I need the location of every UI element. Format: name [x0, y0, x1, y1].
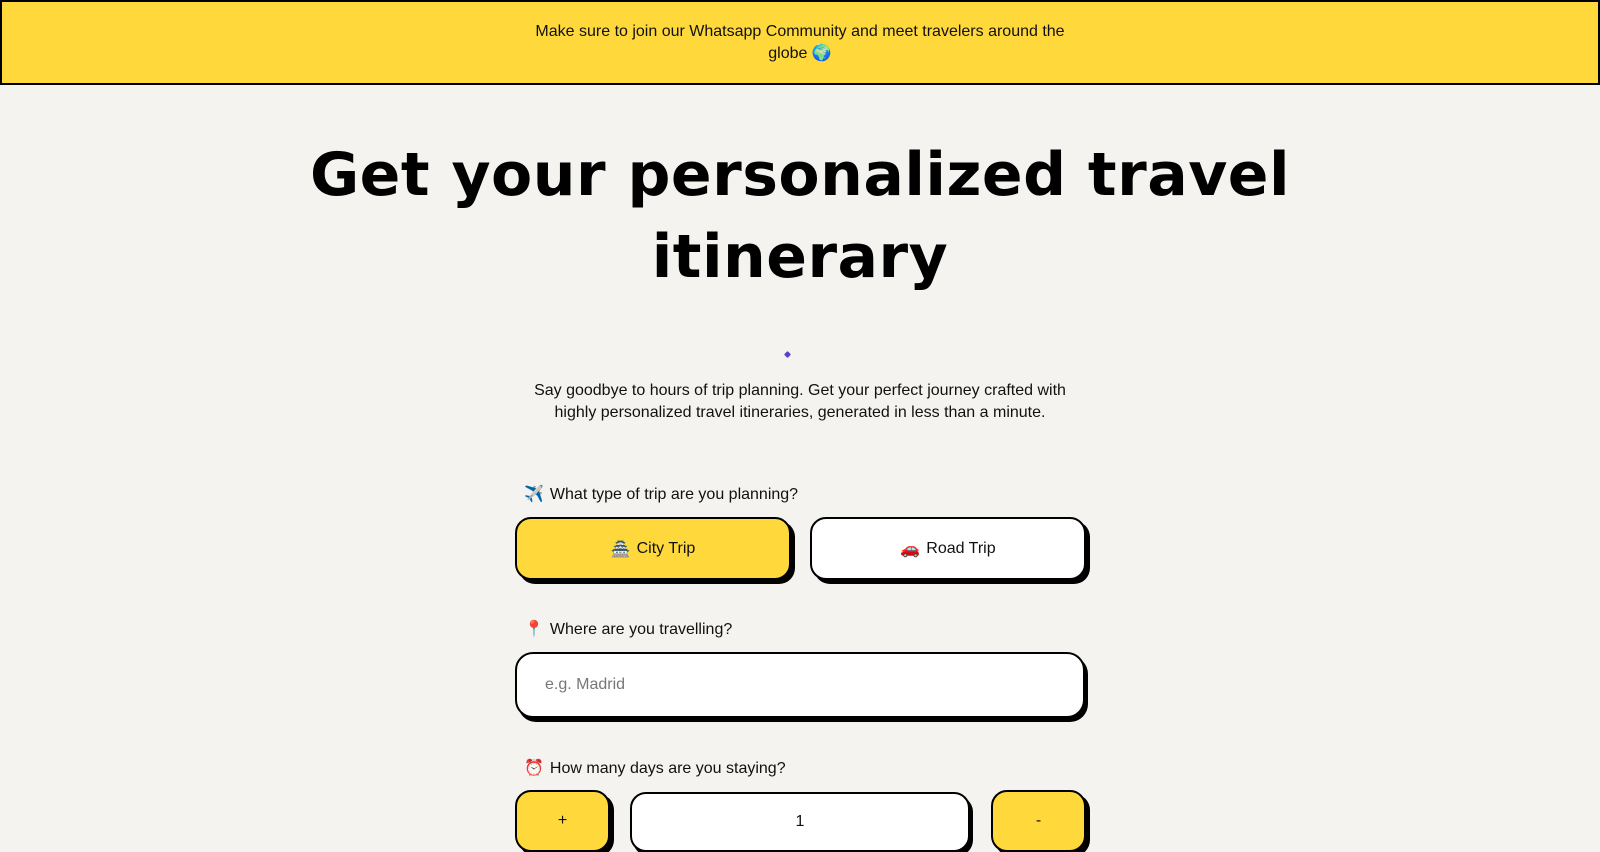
page-title: Get your personalized travel itinerary	[309, 140, 1291, 292]
destination-label: 📍 Where are you travelling?	[524, 619, 732, 641]
decrement-days-button[interactable]: -	[991, 790, 1086, 852]
days-label: ⏰ How many days are you staying?	[524, 758, 786, 780]
city-icon: 🏯	[610, 540, 631, 558]
trip-type-label-text: What type of trip are you planning?	[549, 486, 799, 503]
trip-type-label: ✈️ What type of trip are you planning?	[524, 484, 798, 506]
alarm-clock-icon: ⏰	[524, 760, 544, 777]
location-pin-icon: 📍	[524, 621, 544, 638]
destination-field[interactable]	[515, 652, 1085, 718]
airplane-icon: ✈️	[524, 486, 544, 503]
page-subtitle: Say goodbye to hours of trip planning. G…	[534, 382, 1066, 421]
city-trip-label: City Trip	[636, 539, 696, 557]
destination-input[interactable]	[517, 676, 1083, 694]
city-trip-button[interactable]: 🏯 City Trip	[515, 517, 791, 580]
destination-label-text: Where are you travelling?	[549, 621, 733, 638]
road-trip-button[interactable]: 🚗 Road Trip	[810, 517, 1086, 580]
road-trip-label: Road Trip	[926, 539, 996, 557]
days-label-text: How many days are you staying?	[549, 760, 786, 777]
announcement-banner: Make sure to join our Whatsapp Community…	[0, 0, 1600, 85]
banner-text[interactable]: Make sure to join our Whatsapp Community…	[530, 21, 1070, 65]
days-value[interactable]: 1	[630, 792, 970, 852]
decorative-diamond-icon	[783, 350, 792, 359]
increment-days-button[interactable]: +	[515, 790, 610, 852]
car-icon: 🚗	[900, 540, 921, 558]
